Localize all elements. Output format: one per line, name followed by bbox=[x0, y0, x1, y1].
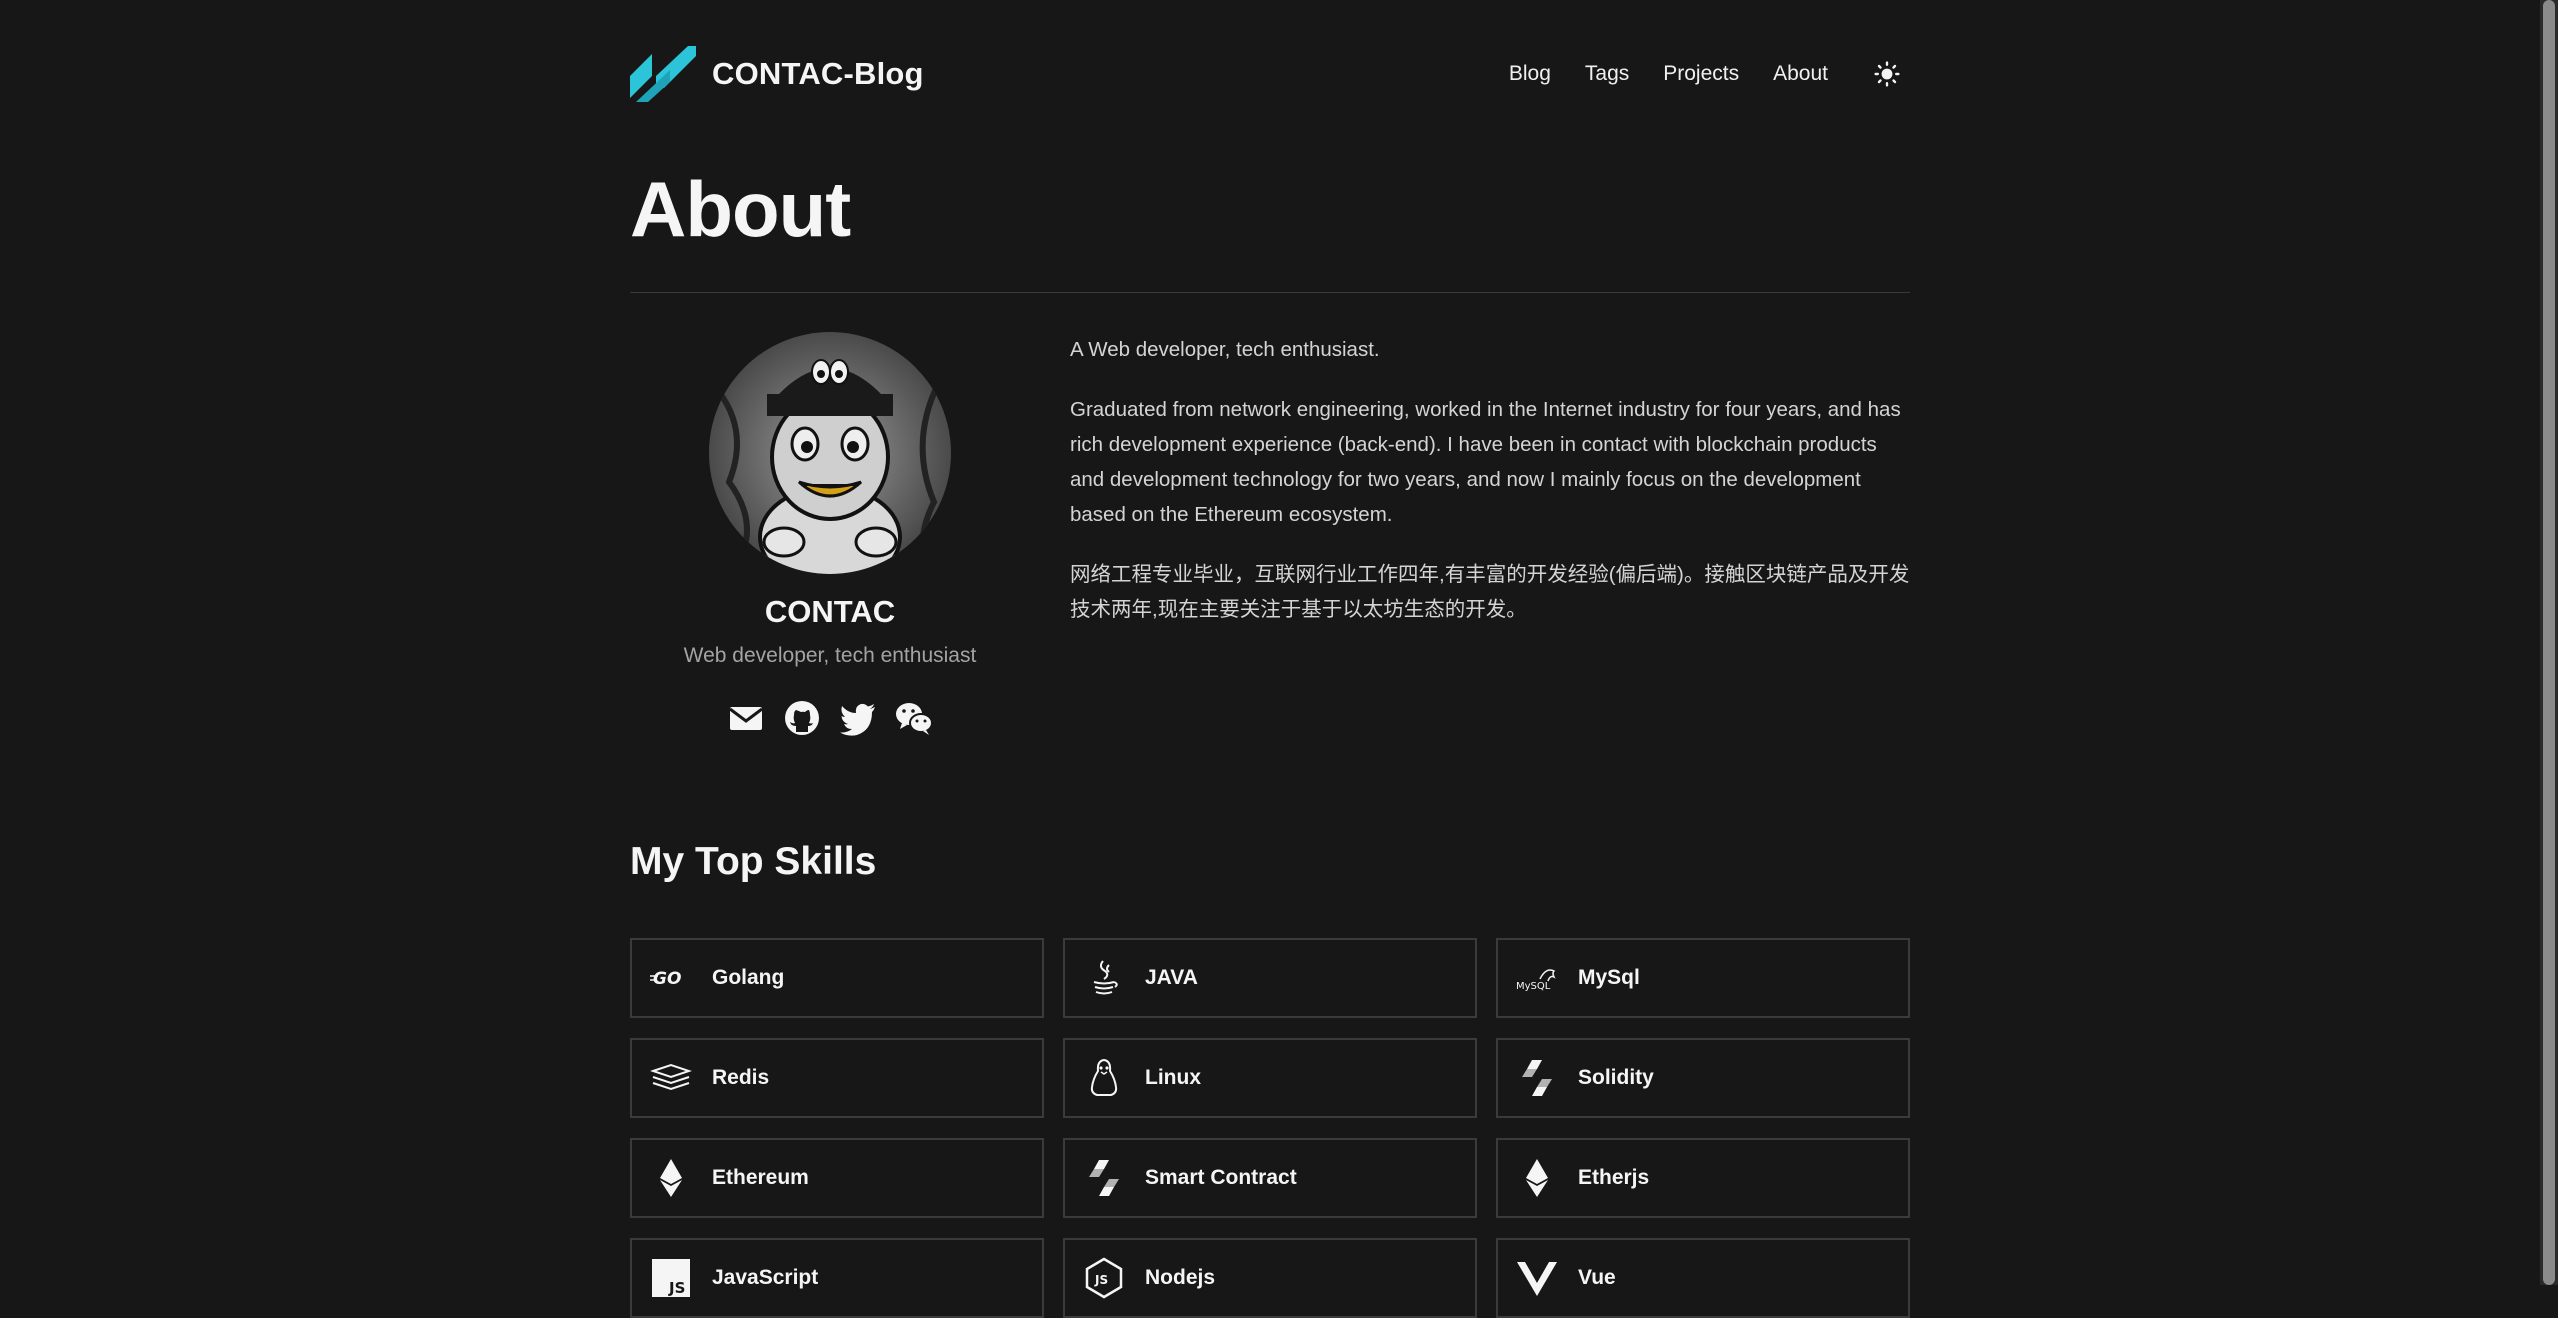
skill-card-redis[interactable]: Redis bbox=[630, 1038, 1044, 1118]
twitter-icon[interactable] bbox=[838, 698, 878, 738]
skill-label: Redis bbox=[712, 1066, 770, 1089]
site-title[interactable]: CONTAC-Blog bbox=[712, 56, 924, 92]
linux-icon bbox=[1083, 1057, 1125, 1099]
skill-label: MySql bbox=[1578, 966, 1640, 989]
skill-label: JavaScript bbox=[712, 1266, 819, 1289]
skill-card-java[interactable]: JAVA bbox=[1063, 938, 1477, 1018]
skill-label: Golang bbox=[712, 966, 785, 989]
profile-name: CONTAC bbox=[764, 594, 896, 629]
wechat-icon[interactable] bbox=[894, 698, 934, 738]
skills-grid: GO Golang JAVA MySQL MySql Redis Linux S… bbox=[630, 938, 1910, 1318]
nodejs-icon: JS bbox=[1083, 1257, 1125, 1299]
sun-icon[interactable] bbox=[1874, 61, 1900, 87]
page-title: About bbox=[630, 165, 851, 253]
skill-card-ethereum[interactable]: Ethereum bbox=[630, 1138, 1044, 1218]
mail-icon[interactable] bbox=[726, 698, 766, 738]
java-icon bbox=[1083, 957, 1125, 999]
vue-icon bbox=[1516, 1257, 1558, 1299]
main-nav: Blog Tags Projects About bbox=[1509, 44, 1910, 104]
javascript-icon: JS bbox=[650, 1257, 692, 1299]
skill-label: Vue bbox=[1578, 1266, 1616, 1289]
skill-label: Linux bbox=[1145, 1066, 1201, 1089]
ethereum-icon bbox=[1516, 1157, 1558, 1199]
social-links bbox=[630, 698, 1030, 738]
scrollbar-thumb[interactable] bbox=[2543, 0, 2555, 1285]
github-icon[interactable] bbox=[782, 698, 822, 738]
skill-card-nodejs[interactable]: JS Nodejs bbox=[1063, 1238, 1477, 1318]
bio-paragraph: A Web developer, tech enthusiast. bbox=[1070, 338, 1380, 361]
bio-section: A Web developer, tech enthusiast. Gradua… bbox=[1070, 332, 1910, 652]
mysql-icon: MySQL bbox=[1516, 957, 1558, 999]
svg-text:GO: GO bbox=[653, 969, 681, 989]
skill-card-golang[interactable]: GO Golang bbox=[630, 938, 1044, 1018]
skill-label: Ethereum bbox=[712, 1166, 809, 1189]
skill-card-linux[interactable]: Linux bbox=[1063, 1038, 1477, 1118]
solidity-icon bbox=[1516, 1057, 1558, 1099]
svg-text:JS: JS bbox=[668, 1279, 685, 1297]
nav-projects[interactable]: Projects bbox=[1663, 62, 1739, 86]
title-divider bbox=[630, 292, 1910, 293]
scrollbar-track[interactable] bbox=[2540, 0, 2558, 1285]
avatar bbox=[709, 332, 951, 574]
skill-card-javascript[interactable]: JS JavaScript bbox=[630, 1238, 1044, 1318]
bio-paragraph-chinese: 网络工程专业毕业，互联网行业工作四年,有丰富的开发经验(偏后端)。接触区块链产品… bbox=[1070, 563, 1910, 621]
skill-card-vue[interactable]: Vue bbox=[1496, 1238, 1910, 1318]
skill-label: JAVA bbox=[1145, 966, 1198, 989]
skills-title: My Top Skills bbox=[630, 840, 877, 883]
profile-tagline: Web developer, tech enthusiast bbox=[683, 644, 977, 667]
svg-text:MySQL: MySQL bbox=[1516, 981, 1551, 992]
redis-icon bbox=[650, 1057, 692, 1099]
skill-card-smart-contract[interactable]: Smart Contract bbox=[1063, 1138, 1477, 1218]
ethereum-icon bbox=[650, 1157, 692, 1199]
site-header: CONTAC-Blog Blog Tags Projects About bbox=[630, 44, 1910, 104]
solidity-icon bbox=[1083, 1157, 1125, 1199]
skill-label: Solidity bbox=[1578, 1066, 1654, 1089]
skill-label: Etherjs bbox=[1578, 1166, 1650, 1189]
nav-tags[interactable]: Tags bbox=[1585, 62, 1629, 86]
skill-label: Nodejs bbox=[1145, 1266, 1216, 1289]
skill-card-solidity[interactable]: Solidity bbox=[1496, 1038, 1910, 1118]
skill-card-etherjs[interactable]: Etherjs bbox=[1496, 1138, 1910, 1218]
go-icon: GO bbox=[650, 957, 692, 999]
nav-blog[interactable]: Blog bbox=[1509, 62, 1551, 86]
skill-label: Smart Contract bbox=[1145, 1166, 1297, 1189]
logo-icon[interactable] bbox=[630, 46, 696, 102]
skill-card-mysql[interactable]: MySQL MySql bbox=[1496, 938, 1910, 1018]
profile-card: CONTAC Web developer, tech enthusiast bbox=[630, 332, 1030, 738]
nav-about[interactable]: About bbox=[1773, 62, 1828, 86]
bio-paragraph: Graduated from network engineering, work… bbox=[1070, 398, 1901, 526]
